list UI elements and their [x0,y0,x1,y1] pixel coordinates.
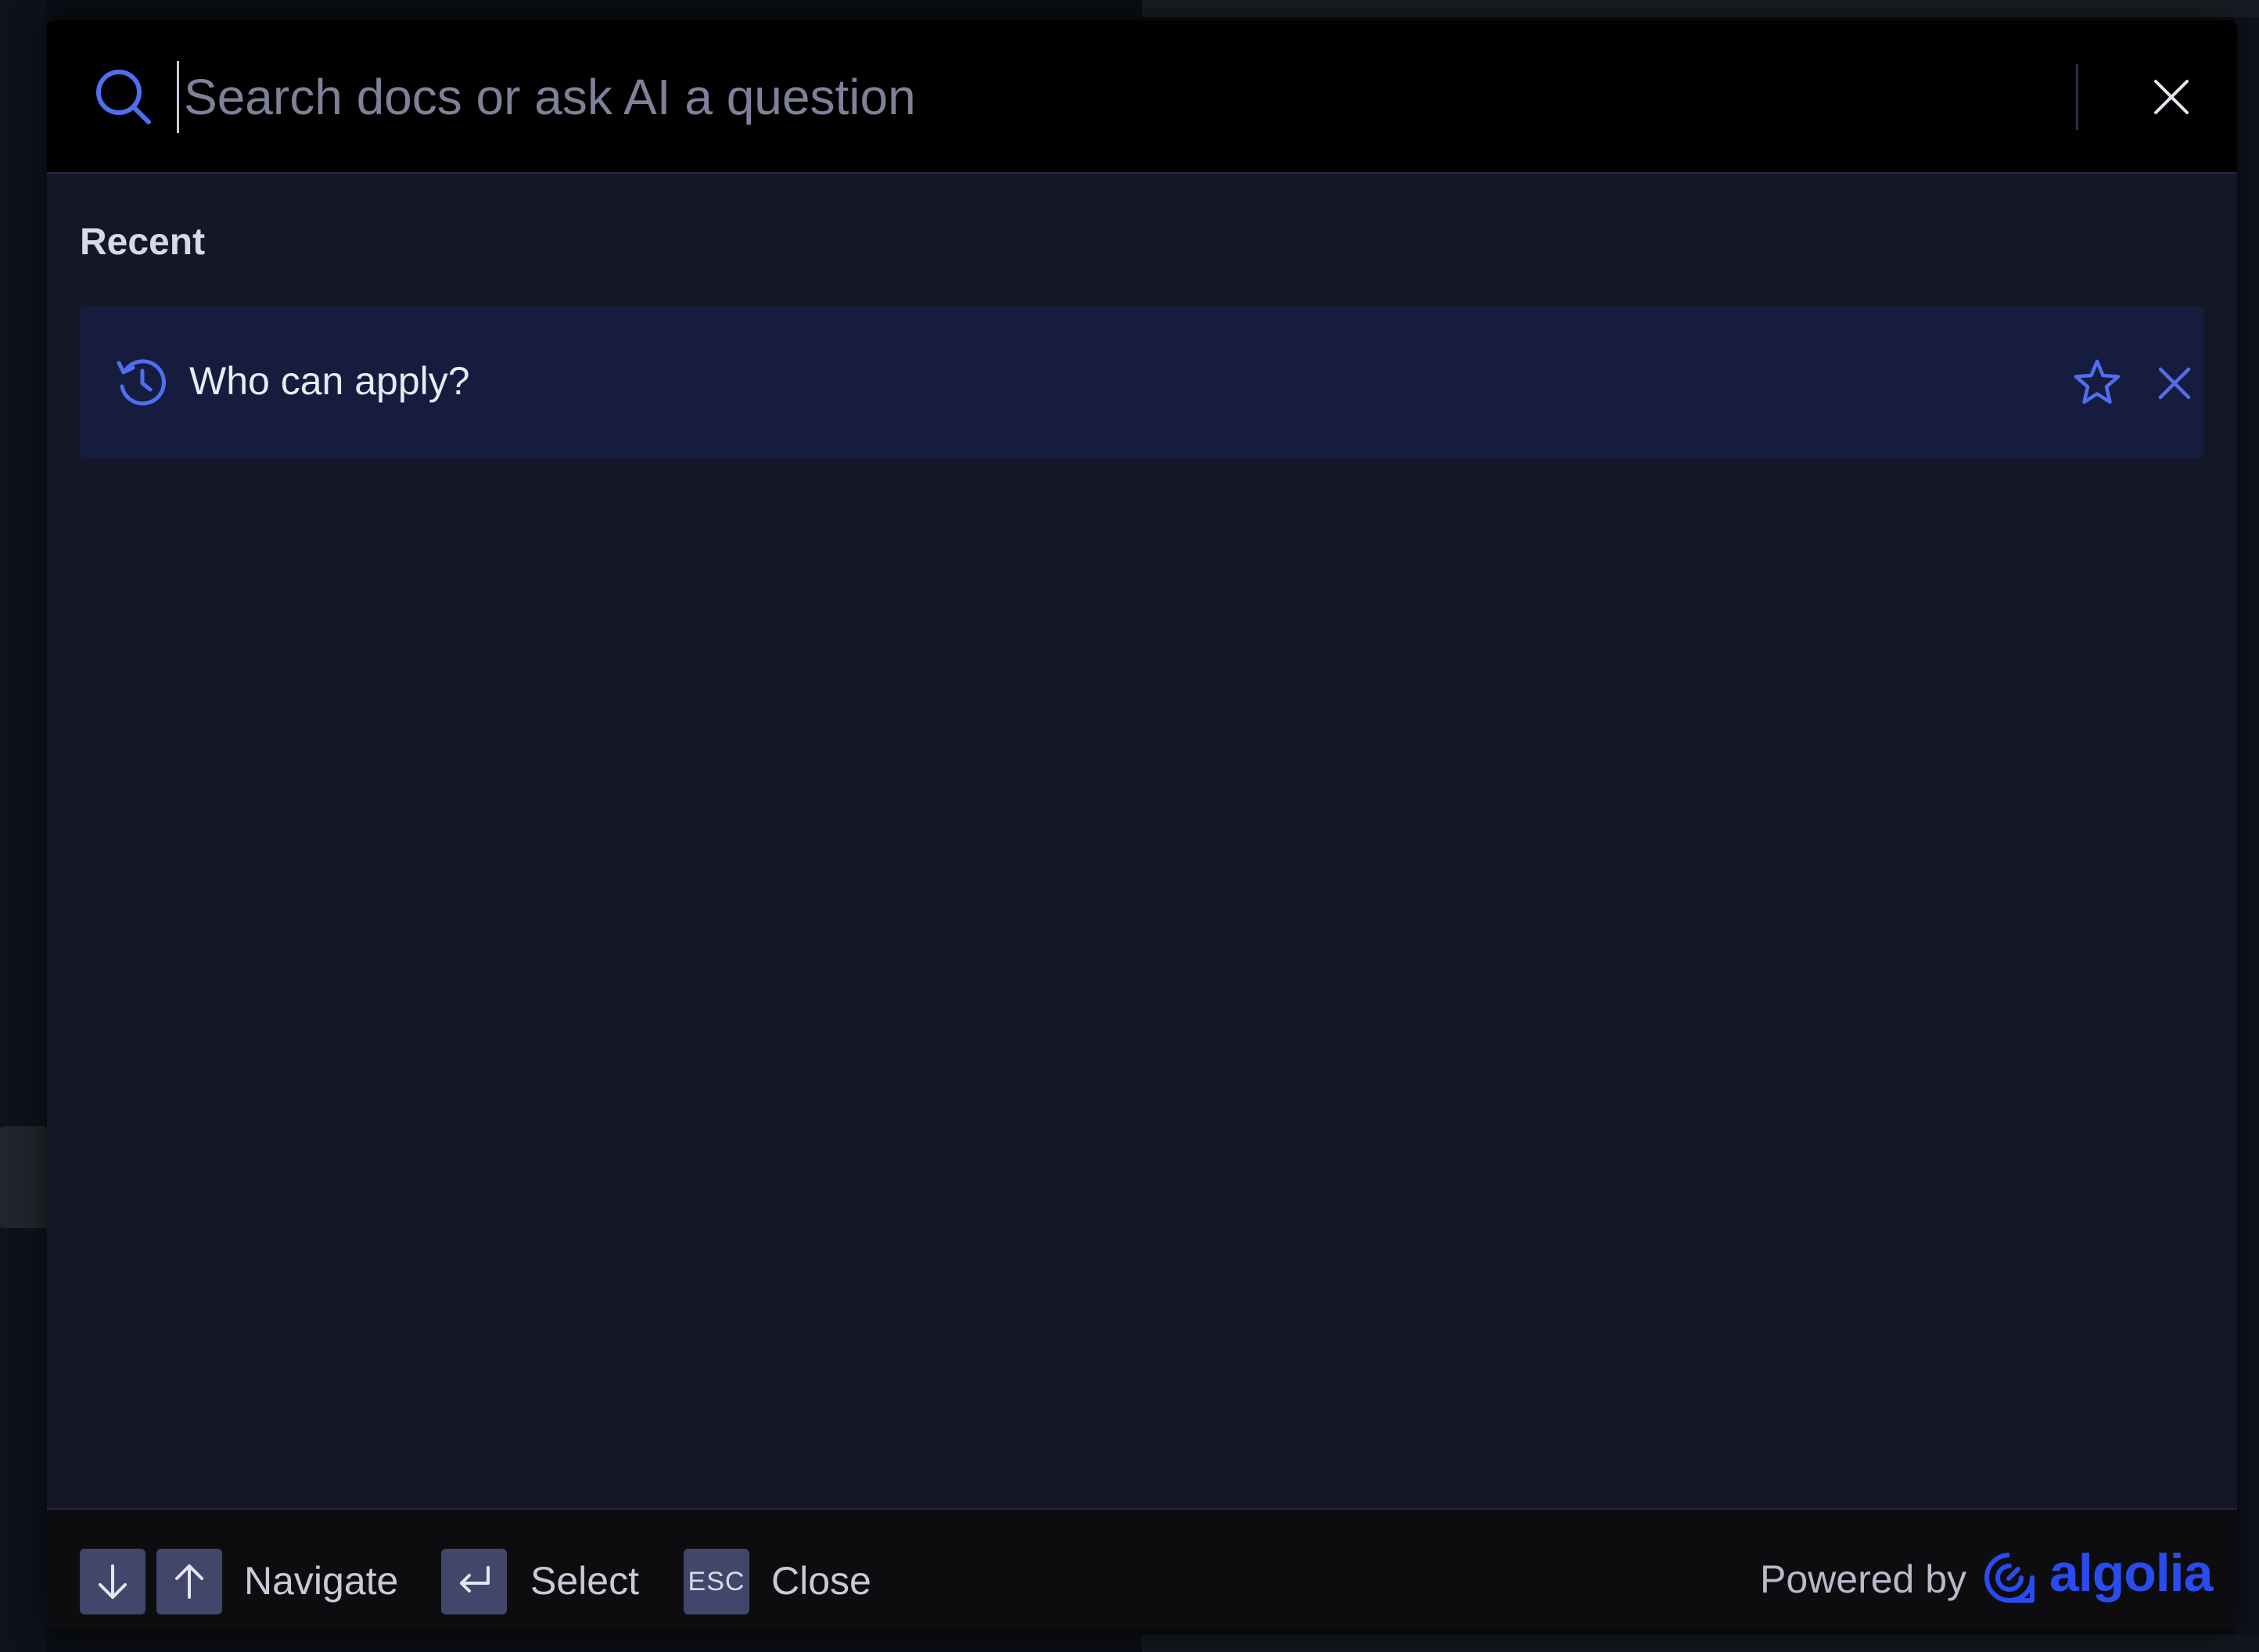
arrow-up-key [156,1549,222,1614]
recent-item-label: Who can apply? [189,359,470,403]
esc-key: ESC [684,1549,749,1614]
recent-item[interactable]: Who can apply? [80,307,2204,458]
background-scrollbar-area [2236,0,2259,1652]
search-results: Recent Who can apply? [47,174,2237,1508]
search-modal: Recent Who can apply? [47,20,2237,1630]
close-icon[interactable] [2151,77,2192,117]
star-icon[interactable] [2073,358,2121,407]
search-input[interactable] [177,61,2061,133]
modal-footer: Navigate Select ESC Close Powered by alg… [47,1508,2237,1630]
arrow-down-icon [99,1564,127,1599]
background-header-strip [1142,0,2259,17]
select-hint: Select [530,1559,639,1603]
esc-key-label: ESC [688,1566,745,1596]
algolia-logo-icon[interactable] [1984,1552,2035,1604]
enter-icon [460,1566,490,1593]
arrow-up-icon [175,1564,203,1599]
navigate-hint: Navigate [244,1559,399,1603]
background-block [0,1126,47,1228]
search-icon [96,70,151,124]
search-divider [2076,64,2078,130]
search-bar [47,20,2237,174]
powered-by-text: Powered by [1760,1557,1967,1601]
background-sidebar [0,0,47,1652]
enter-key [441,1549,507,1614]
arrow-down-key [80,1549,145,1614]
background-footer-strip [1142,1635,2259,1652]
history-icon [117,359,166,406]
algolia-brand[interactable]: algolia [2049,1542,2213,1604]
close-hint: Close [771,1559,871,1603]
remove-recent-icon[interactable] [2157,366,2192,400]
section-title-recent: Recent [80,221,206,263]
